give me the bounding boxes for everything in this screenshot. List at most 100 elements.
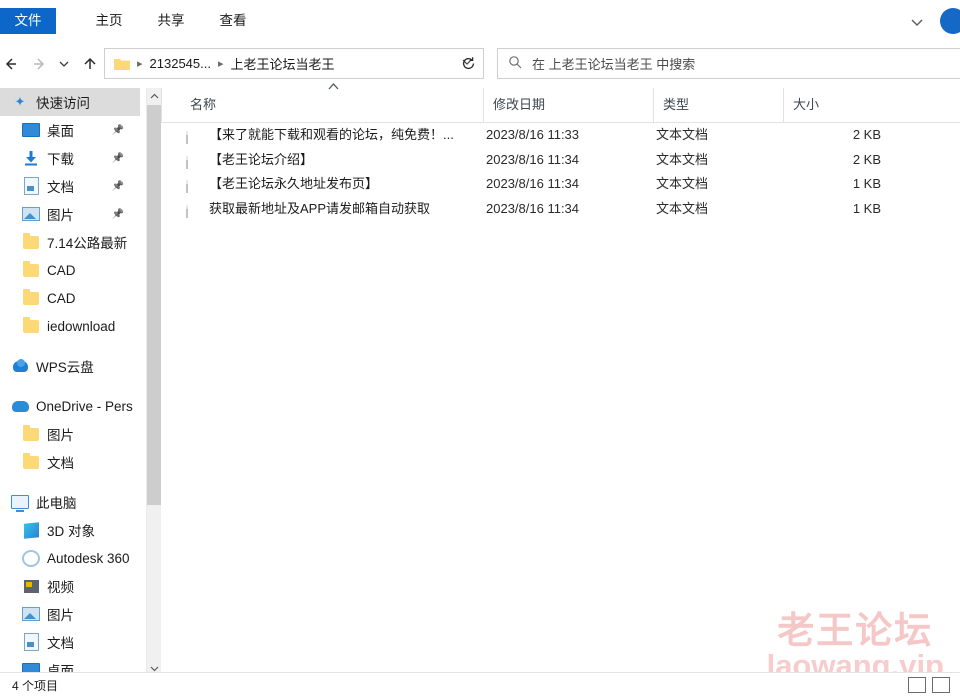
- file-date: 2023/8/16 11:33: [486, 127, 580, 142]
- sidebar-item-11[interactable]: 图片: [0, 420, 140, 448]
- folder-icon: [22, 260, 40, 279]
- file-type: 文本文档: [656, 127, 709, 142]
- tab-home[interactable]: 主页: [86, 8, 132, 34]
- text-file-icon: [186, 201, 202, 218]
- file-date: 2023/8/16 11:34: [486, 200, 580, 216]
- table-row[interactable]: 【老王论坛介绍】 2023/8/16 11:34 文本文档 2 KB: [161, 148, 960, 173]
- videos-icon: [22, 577, 40, 595]
- file-size: 1 KB: [852, 176, 881, 191]
- sidebar-item-18[interactable]: 文档: [0, 628, 140, 656]
- folder-icon: [22, 288, 40, 307]
- breadcrumb-separator: ▸: [217, 58, 224, 70]
- text-file-icon: [186, 176, 202, 193]
- autodesk-icon: [22, 549, 40, 567]
- sidebar-item-label: 视频: [47, 580, 74, 595]
- sidebar-item-12[interactable]: 文档: [0, 448, 140, 476]
- sidebar-item-3[interactable]: 文档 📌: [0, 172, 140, 200]
- file-date: 2023/8/16 11:34: [486, 151, 580, 167]
- column-header-name[interactable]: 名称: [181, 88, 471, 122]
- folder-icon: [22, 232, 40, 251]
- pin-icon[interactable]: 📌: [112, 125, 124, 136]
- pin-icon[interactable]: 📌: [112, 153, 124, 164]
- text-file-icon: [186, 127, 202, 144]
- sidebar-item-4[interactable]: 图片 📌: [0, 200, 140, 228]
- sidebar-item-label: OneDrive - Pers: [36, 398, 133, 414]
- sidebar-item-9[interactable]: WPS云盘: [0, 352, 140, 380]
- folder-icon: [22, 452, 40, 471]
- sidebar-item-15[interactable]: Autodesk 360: [0, 544, 140, 572]
- recent-locations-button[interactable]: [54, 50, 74, 78]
- sidebar-item-0[interactable]: ✦ 快速访问: [0, 88, 140, 116]
- column-header-type[interactable]: 类型: [653, 88, 783, 122]
- table-row[interactable]: 【老王论坛永久地址发布页】 2023/8/16 11:34 文本文档 1 KB: [161, 172, 960, 197]
- file-name: 【老王论坛介绍】: [209, 151, 314, 167]
- sidebar-item-10[interactable]: OneDrive - Pers: [0, 392, 140, 420]
- sidebar-item-7[interactable]: CAD: [0, 284, 140, 312]
- column-headers: 名称 修改日期 类型 大小: [161, 83, 960, 123]
- file-size: 2 KB: [852, 151, 881, 167]
- pin-star-icon: ✦: [14, 94, 26, 109]
- file-name: 【老王论坛永久地址发布页】: [209, 176, 379, 191]
- file-list-pane: 名称 修改日期 类型 大小 【来了就能下载和观看的论坛，纯免费！... 2023/…: [161, 83, 960, 691]
- navigation-pane-scrollbar[interactable]: [146, 88, 161, 691]
- sidebar-item-2[interactable]: 下载 📌: [0, 144, 140, 172]
- pin-icon[interactable]: 📌: [112, 181, 124, 192]
- table-row[interactable]: 【来了就能下载和观看的论坛，纯免费！... 2023/8/16 11:33 文本文档…: [161, 123, 960, 148]
- column-header-date[interactable]: 修改日期: [483, 88, 643, 122]
- breadcrumb-item-1[interactable]: 上老王论坛当老王: [231, 54, 335, 73]
- address-bar[interactable]: ▸ 2132545... ▸ 上老王论坛当老王: [104, 48, 484, 79]
- sidebar-item-6[interactable]: CAD: [0, 256, 140, 284]
- file-name: 获取最新地址及APP请发邮箱自动获取: [209, 200, 431, 216]
- file-name: 【来了就能下载和观看的论坛，纯免费！...: [209, 127, 454, 142]
- file-size: 1 KB: [852, 200, 881, 216]
- file-rows-container: 【来了就能下载和观看的论坛，纯免费！... 2023/8/16 11:33 文本文档…: [161, 123, 960, 221]
- account-avatar[interactable]: [940, 8, 960, 34]
- text-file-icon: [186, 152, 202, 169]
- sidebar-item-1[interactable]: 桌面 📌: [0, 116, 140, 144]
- sidebar-item-label: 文档: [47, 456, 74, 471]
- sidebar-item-label: Autodesk 360: [47, 550, 130, 566]
- tab-file[interactable]: 文件: [0, 8, 56, 34]
- search-box[interactable]: 在 上老王论坛当老王 中搜索: [497, 48, 960, 79]
- back-button[interactable]: [0, 50, 24, 78]
- forward-button[interactable]: [26, 50, 54, 78]
- breadcrumb-item-0[interactable]: 2132545...: [150, 56, 211, 71]
- up-one-level-button[interactable]: [76, 50, 104, 78]
- folder-icon: [22, 424, 40, 443]
- sidebar-item-label: 文档: [47, 636, 74, 651]
- wps-cloud-icon: [11, 357, 29, 375]
- sidebar-item-label: 快速访问: [36, 96, 90, 111]
- column-header-size[interactable]: 大小: [783, 88, 885, 122]
- pin-icon[interactable]: 📌: [112, 209, 124, 220]
- pictures-icon: [22, 205, 40, 223]
- ribbon-tab-bar: 文件 主页 共享 查看: [0, 0, 960, 42]
- onedrive-icon: [11, 397, 29, 415]
- sidebar-item-label: CAD: [47, 290, 76, 306]
- sidebar-item-label: 图片: [47, 608, 74, 623]
- file-size: 2 KB: [852, 127, 881, 142]
- sidebar-item-label: 下载: [47, 152, 74, 167]
- breadcrumb-separator: ▸: [137, 58, 143, 70]
- search-input[interactable]: 在 上老王论坛当老王 中搜索: [532, 54, 695, 73]
- tab-view[interactable]: 查看: [210, 8, 256, 34]
- file-type: 文本文档: [656, 151, 709, 167]
- sidebar-item-label: 图片: [47, 208, 74, 223]
- sidebar-item-16[interactable]: 视频: [0, 572, 140, 600]
- sidebar-item-label: iedownload: [47, 318, 116, 334]
- tab-share[interactable]: 共享: [148, 8, 194, 34]
- sidebar-item-13[interactable]: 此电脑: [0, 488, 140, 516]
- sidebar-item-5[interactable]: 7.14公路最新: [0, 228, 140, 256]
- 3d-objects-icon: [22, 521, 40, 539]
- sidebar-item-8[interactable]: iedownload: [0, 312, 140, 340]
- chevron-down-icon[interactable]: [909, 14, 925, 30]
- refresh-button[interactable]: [452, 48, 484, 79]
- sidebar-item-label: 7.14公路最新: [47, 236, 128, 251]
- chevron-up-icon[interactable]: [147, 88, 161, 105]
- file-type: 文本文档: [656, 176, 709, 191]
- sidebar-item-14[interactable]: 3D 对象: [0, 516, 140, 544]
- table-row[interactable]: 获取最新地址及APP请发邮箱自动获取 2023/8/16 11:34 文本文档 1 K…: [161, 197, 960, 222]
- search-icon: [508, 55, 522, 72]
- scrollbar-thumb[interactable]: [147, 105, 161, 505]
- sidebar-item-17[interactable]: 图片: [0, 600, 140, 628]
